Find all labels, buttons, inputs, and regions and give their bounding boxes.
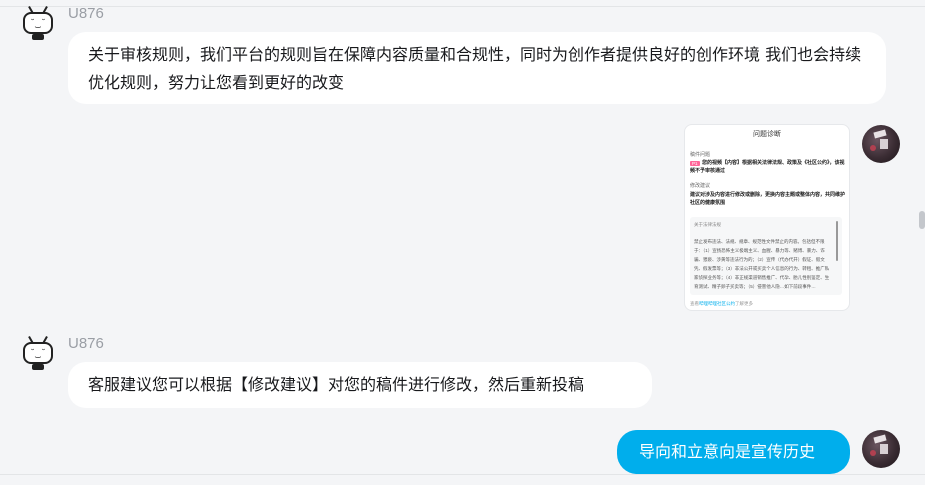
image-rule-title: 关于法律法规 — [694, 222, 721, 227]
image-rule-box: 关于法律法规 禁止发布违法、法规、规章、规范性文件禁止的内容。包括但不限于：（1… — [690, 217, 842, 295]
image-suggestion-text: 建议对涉及内容进行修改或删除，更换内容主题或整体内容，共同维护社区的健康氛围 — [690, 192, 846, 206]
scrollbar[interactable] — [919, 211, 925, 229]
divider — [0, 474, 925, 475]
chat-message-list[interactable]: ˘‿˘ U876 关于审核规则，我们平台的规则旨在保障内容质量和合规性，同时为创… — [0, 0, 925, 485]
message-bubble[interactable]: 客服建议您可以根据【修改建议】对您的稿件进行修改，然后重新投稿 — [68, 362, 652, 408]
community-rules-link: 哔哩哔哩社区公约 — [699, 301, 735, 306]
user-avatar[interactable] — [862, 430, 900, 468]
image-title: 问题诊断 — [753, 131, 781, 138]
image-box-scrollbar — [836, 221, 838, 261]
sender-name: U876 — [68, 335, 104, 352]
tv-robot-icon[interactable]: ˘‿˘ — [20, 334, 56, 370]
image-message[interactable]: 问题诊断 稿件问题 P1 您的视频【内容】根据相关法律法规、政策及《社区公约》，… — [684, 124, 850, 311]
user-avatar[interactable] — [862, 125, 900, 163]
image-problem-label: 稿件问题 — [690, 152, 711, 158]
message-bubble[interactable]: 关于审核规则，我们平台的规则旨在保障内容质量和合规性，同时为创作者提供良好的创作… — [68, 32, 886, 104]
message-bubble-outgoing[interactable]: 导向和立意向是宣传历史 — [617, 430, 850, 474]
image-rule-body: 禁止发布违法、法规、规章、规范性文件禁止的内容。包括但不限于：（1）宣扬恐怖主义… — [694, 239, 830, 289]
image-suggestion-label: 修改建议 — [690, 183, 711, 189]
image-footer: 查看哔哩哔哩社区公约了解更多 — [690, 301, 753, 306]
sender-name: U876 — [68, 5, 104, 22]
divider — [0, 6, 925, 7]
tv-robot-icon[interactable]: ˘‿˘ — [20, 4, 56, 40]
image-problem-text: 您的视频【内容】根据相关法律法规、政策及《社区公约》，该视频不予审核通过 — [690, 160, 845, 174]
